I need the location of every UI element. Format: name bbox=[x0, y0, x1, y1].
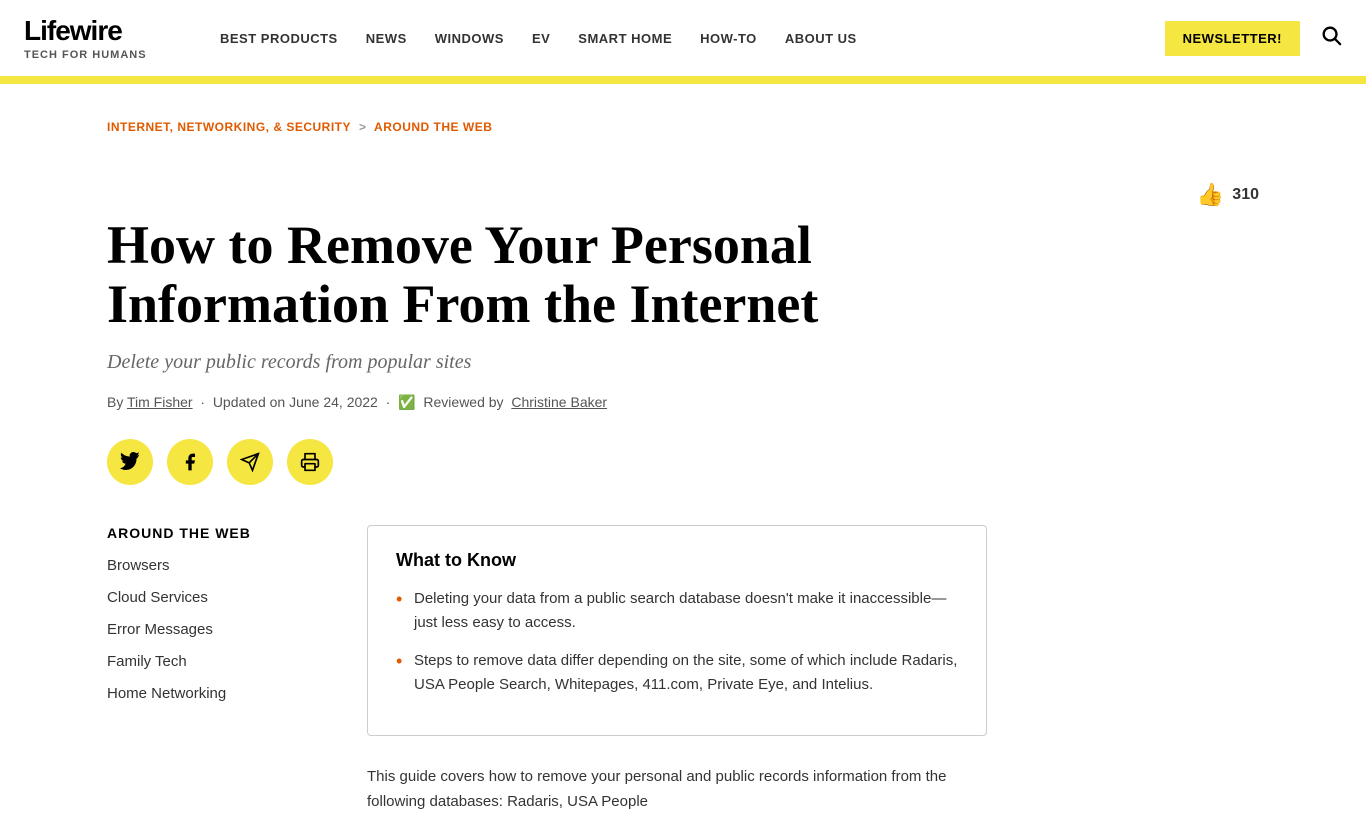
nav-news[interactable]: NEWS bbox=[366, 31, 407, 46]
byline: By Tim Fisher · Updated on June 24, 2022… bbox=[107, 394, 1259, 411]
breadcrumb-parent[interactable]: INTERNET, NETWORKING, & SECURITY bbox=[107, 120, 351, 134]
newsletter-button[interactable]: NEWSLETTER! bbox=[1165, 21, 1300, 56]
nav-ev[interactable]: EV bbox=[532, 31, 550, 46]
what-to-know-title: What to Know bbox=[396, 550, 958, 571]
list-item: Error Messages bbox=[107, 621, 327, 639]
email-icon bbox=[240, 452, 260, 472]
facebook-share-button[interactable] bbox=[167, 439, 213, 485]
breadcrumb-row: INTERNET, NETWORKING, & SECURITY > AROUN… bbox=[107, 84, 1259, 208]
logo-area: Lifewire TECH FOR HUMANS bbox=[24, 15, 184, 61]
sidebar-link-home-networking[interactable]: Home Networking bbox=[107, 685, 226, 702]
like-count: 310 bbox=[1232, 186, 1259, 204]
sidebar-link-browsers[interactable]: Browsers bbox=[107, 557, 170, 574]
author-link[interactable]: Tim Fisher bbox=[127, 394, 193, 410]
sidebar-link-family-tech[interactable]: Family Tech bbox=[107, 653, 187, 670]
main-layout: AROUND THE WEB Browsers Cloud Services E… bbox=[107, 525, 1259, 815]
sidebar-link-list: Browsers Cloud Services Error Messages F… bbox=[107, 557, 327, 703]
list-item: Steps to remove data differ depending on… bbox=[396, 649, 958, 697]
breadcrumb-separator: > bbox=[359, 120, 366, 134]
sidebar: AROUND THE WEB Browsers Cloud Services E… bbox=[107, 525, 327, 815]
article-title: How to Remove Your Personal Information … bbox=[107, 216, 1007, 335]
list-item: Home Networking bbox=[107, 685, 327, 703]
print-button[interactable] bbox=[287, 439, 333, 485]
email-share-button[interactable] bbox=[227, 439, 273, 485]
list-item: Cloud Services bbox=[107, 589, 327, 607]
search-icon-button[interactable] bbox=[1320, 24, 1342, 52]
reviewed-check-icon: ✅ bbox=[398, 394, 415, 410]
nav-how-to[interactable]: HOW-TO bbox=[700, 31, 757, 46]
like-area[interactable]: 👍 310 bbox=[1197, 182, 1259, 208]
nav-windows[interactable]: WINDOWS bbox=[435, 31, 504, 46]
main-nav: BEST PRODUCTS NEWS WINDOWS EV SMART HOME… bbox=[220, 31, 1165, 46]
article-main: What to Know Deleting your data from a p… bbox=[367, 525, 987, 815]
nav-best-products[interactable]: BEST PRODUCTS bbox=[220, 31, 338, 46]
list-item: Browsers bbox=[107, 557, 327, 575]
breadcrumb-current[interactable]: AROUND THE WEB bbox=[374, 120, 492, 134]
social-share-row bbox=[107, 439, 1259, 485]
site-tagline: TECH FOR HUMANS bbox=[24, 49, 184, 61]
twitter-share-button[interactable] bbox=[107, 439, 153, 485]
article-subtitle: Delete your public records from popular … bbox=[107, 351, 807, 374]
reviewer-link[interactable]: Christine Baker bbox=[511, 394, 607, 410]
sidebar-section-title: AROUND THE WEB bbox=[107, 525, 327, 541]
what-to-know-list: Deleting your data from a public search … bbox=[396, 587, 958, 697]
by-label: By bbox=[107, 394, 123, 410]
sidebar-link-cloud-services[interactable]: Cloud Services bbox=[107, 589, 208, 606]
print-icon bbox=[300, 452, 320, 472]
nav-smart-home[interactable]: SMART HOME bbox=[578, 31, 672, 46]
like-icon: 👍 bbox=[1197, 182, 1224, 208]
what-to-know-box: What to Know Deleting your data from a p… bbox=[367, 525, 987, 736]
site-logo[interactable]: Lifewire bbox=[24, 15, 184, 47]
content-wrapper: INTERNET, NETWORKING, & SECURITY > AROUN… bbox=[83, 84, 1283, 815]
sidebar-link-error-messages[interactable]: Error Messages bbox=[107, 621, 213, 638]
updated-date: Updated on June 24, 2022 bbox=[213, 394, 378, 410]
list-item: Deleting your data from a public search … bbox=[396, 587, 958, 635]
search-icon bbox=[1320, 24, 1342, 46]
nav-about-us[interactable]: ABOUT US bbox=[785, 31, 857, 46]
site-header: Lifewire TECH FOR HUMANS BEST PRODUCTS N… bbox=[0, 0, 1366, 80]
facebook-icon bbox=[180, 452, 200, 472]
article-body-text: This guide covers how to remove your per… bbox=[367, 764, 987, 815]
breadcrumb: INTERNET, NETWORKING, & SECURITY > AROUN… bbox=[107, 84, 1259, 150]
reviewed-by-label: Reviewed by bbox=[423, 394, 503, 410]
twitter-icon bbox=[120, 452, 140, 472]
list-item: Family Tech bbox=[107, 653, 327, 671]
